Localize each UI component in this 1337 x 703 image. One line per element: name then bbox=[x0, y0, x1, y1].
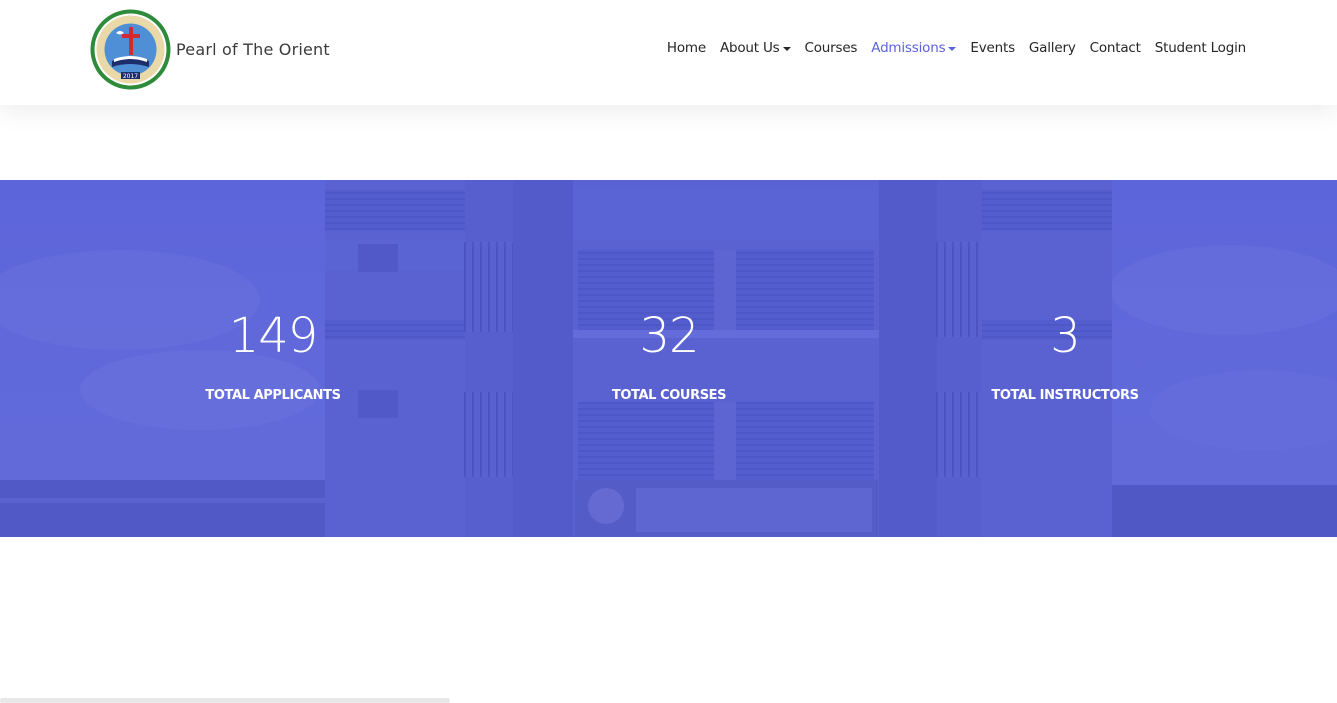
nav-item-student-login[interactable]: Student Login bbox=[1155, 40, 1246, 56]
nav-item-courses[interactable]: Courses bbox=[805, 40, 858, 56]
nav-link-admissions[interactable]: Admissions bbox=[871, 40, 945, 56]
nav-item-gallery[interactable]: Gallery bbox=[1029, 40, 1076, 56]
stat-label: TOTAL INSTRUCTORS bbox=[991, 388, 1139, 403]
nav-link-contact[interactable]: Contact bbox=[1090, 40, 1141, 56]
stats-section: 149 TOTAL APPLICANTS 32 TOTAL COURSES 3 … bbox=[0, 180, 1337, 537]
stat-label: TOTAL APPLICANTS bbox=[205, 388, 341, 403]
nav-item-home[interactable]: Home bbox=[667, 40, 706, 56]
stat-number: 3 bbox=[1050, 308, 1081, 364]
nav-item-admissions[interactable]: Admissions bbox=[871, 40, 957, 56]
navbar: 2017 Pearl of The Orient Home About Us C… bbox=[0, 0, 1337, 105]
nav-link-about-us[interactable]: About Us bbox=[720, 40, 780, 56]
stat-number: 149 bbox=[228, 308, 319, 364]
brand-name: Pearl of The Orient bbox=[176, 40, 330, 59]
nav-link-events[interactable]: Events bbox=[970, 40, 1015, 56]
stat-total-courses: 32 TOTAL COURSES bbox=[519, 308, 819, 403]
nav-link-student-login[interactable]: Student Login bbox=[1155, 40, 1246, 56]
brand-link[interactable]: 2017 Pearl of The Orient bbox=[90, 9, 330, 90]
stat-total-applicants: 149 TOTAL APPLICANTS bbox=[123, 308, 423, 403]
caret-down-icon bbox=[948, 46, 957, 51]
school-seal-logo-icon: 2017 bbox=[90, 9, 171, 90]
caret-down-icon bbox=[782, 46, 791, 51]
main-nav: Home About Us Courses Admissions Events … bbox=[667, 38, 1246, 58]
nav-item-events[interactable]: Events bbox=[970, 40, 1015, 56]
nav-item-about-us[interactable]: About Us bbox=[720, 40, 791, 56]
svg-text:2017: 2017 bbox=[123, 73, 138, 80]
nav-item-contact[interactable]: Contact bbox=[1090, 40, 1141, 56]
stat-number: 32 bbox=[639, 308, 699, 364]
horizontal-scrollbar[interactable] bbox=[0, 698, 450, 703]
nav-link-gallery[interactable]: Gallery bbox=[1029, 40, 1076, 56]
stat-total-instructors: 3 TOTAL INSTRUCTORS bbox=[915, 308, 1215, 403]
nav-link-home[interactable]: Home bbox=[667, 40, 706, 56]
stat-label: TOTAL COURSES bbox=[611, 388, 727, 403]
nav-link-courses[interactable]: Courses bbox=[805, 40, 858, 56]
